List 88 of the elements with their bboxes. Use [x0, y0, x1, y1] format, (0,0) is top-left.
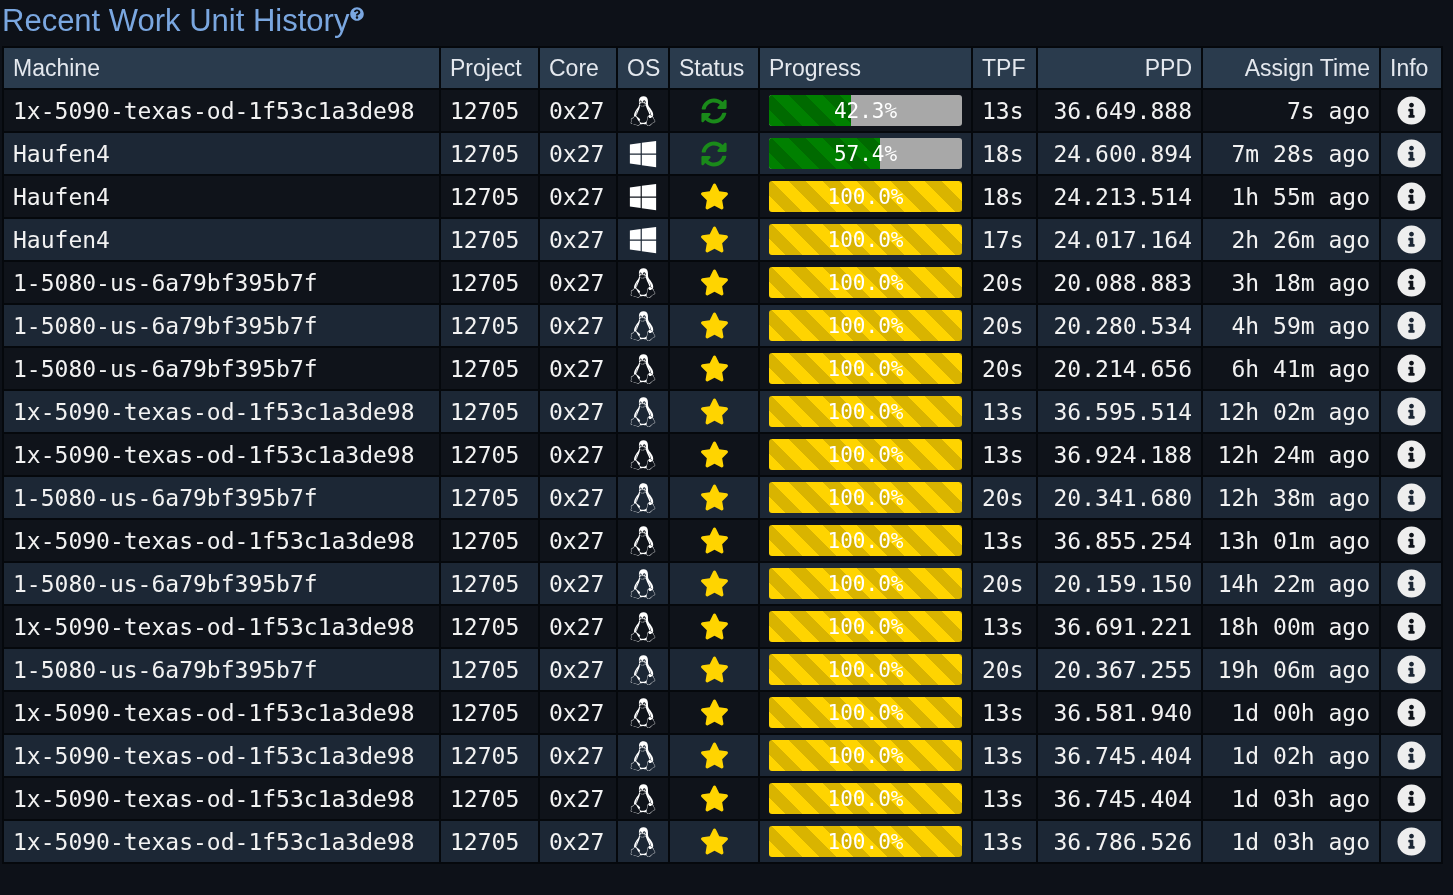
penguin-icon [630, 568, 656, 599]
info-icon[interactable] [1396, 612, 1426, 641]
progress-label: 100.0% [826, 699, 905, 727]
column-header: Progress [759, 47, 972, 89]
progress-label: 100.0% [826, 484, 905, 512]
progress-label: 100.0% [826, 183, 905, 211]
table-cell: 0x27 [539, 820, 617, 863]
penguin-icon [630, 697, 656, 728]
star-icon [699, 698, 729, 727]
progress-label: 100.0% [826, 269, 905, 297]
penguin-icon [630, 826, 656, 857]
progress-label: 100.0% [826, 656, 905, 684]
progress-label: 100.0% [826, 441, 905, 469]
info-icon[interactable] [1396, 139, 1426, 168]
penguin-icon [630, 611, 656, 642]
progress-label: 100.0% [826, 527, 905, 555]
info-icon[interactable] [1396, 311, 1426, 340]
info-icon[interactable] [1396, 526, 1426, 555]
info-icon[interactable] [1396, 182, 1426, 211]
penguin-icon [630, 267, 656, 298]
star-icon [699, 182, 729, 211]
windows-icon [628, 181, 658, 212]
column-header: OS [617, 47, 669, 89]
progress-label: 100.0% [826, 785, 905, 813]
windows-icon [628, 138, 658, 169]
star-icon [699, 526, 729, 555]
column-header: Core [539, 47, 617, 89]
progress-label: 100.0% [826, 226, 905, 254]
info-icon[interactable] [1396, 483, 1426, 512]
info-icon[interactable] [1396, 354, 1426, 383]
star-icon [699, 612, 729, 641]
star-icon [699, 354, 729, 383]
penguin-icon [630, 353, 656, 384]
penguin-icon [630, 740, 656, 771]
penguin-icon [630, 396, 656, 427]
table-cell: 1x-5090-texas-od-1f53c1a3de98 [3, 820, 440, 863]
penguin-icon [630, 654, 656, 685]
penguin-icon [630, 783, 656, 814]
table-cell: 1d 03h ago [1202, 820, 1380, 863]
star-icon [699, 225, 729, 254]
table-cell: 36.786.526 [1037, 820, 1202, 863]
progress-label: 100.0% [826, 398, 905, 426]
star-icon [699, 268, 729, 297]
info-icon[interactable] [1396, 741, 1426, 770]
progress-label: 100.0% [826, 828, 905, 856]
star-icon [699, 311, 729, 340]
section-title: Recent Work Unit History [2, 2, 350, 40]
progress-label: 100.0% [826, 355, 905, 383]
progress-label: 100.0% [826, 312, 905, 340]
info-icon[interactable] [1396, 698, 1426, 727]
info-icon[interactable] [1396, 784, 1426, 813]
info-icon[interactable] [1396, 268, 1426, 297]
star-icon [699, 655, 729, 684]
progress-label: 100.0% [826, 570, 905, 598]
column-header: Assign Time [1202, 47, 1380, 89]
penguin-icon [630, 439, 656, 470]
info-icon[interactable] [1396, 827, 1426, 856]
star-icon [699, 741, 729, 770]
column-header: PPD [1037, 47, 1202, 89]
progress-label: 100.0% [826, 742, 905, 770]
info-icon[interactable] [1396, 397, 1426, 426]
table-cell: 12705 [440, 820, 539, 863]
progress-label: 100.0% [826, 613, 905, 641]
sync-icon [701, 97, 727, 124]
penguin-icon [630, 482, 656, 513]
penguin-icon [630, 95, 656, 126]
info-icon[interactable] [1396, 225, 1426, 254]
info-icon[interactable] [1396, 96, 1426, 125]
column-header: Machine [3, 47, 440, 89]
penguin-icon [630, 525, 656, 556]
column-header: Status [669, 47, 759, 89]
star-icon [699, 784, 729, 813]
star-icon [699, 569, 729, 598]
info-icon[interactable] [1396, 569, 1426, 598]
table-cell: 13s [972, 820, 1037, 863]
info-icon[interactable] [1396, 440, 1426, 469]
star-icon [699, 440, 729, 469]
help-icon[interactable] [350, 7, 365, 21]
sync-icon [701, 140, 727, 167]
star-icon [699, 827, 729, 856]
column-header: Project [440, 47, 539, 89]
info-icon[interactable] [1396, 655, 1426, 684]
column-header: Info [1380, 47, 1442, 89]
windows-icon [628, 224, 658, 255]
penguin-icon [630, 310, 656, 341]
star-icon [699, 397, 729, 426]
star-icon [699, 483, 729, 512]
column-header: TPF [972, 47, 1037, 89]
